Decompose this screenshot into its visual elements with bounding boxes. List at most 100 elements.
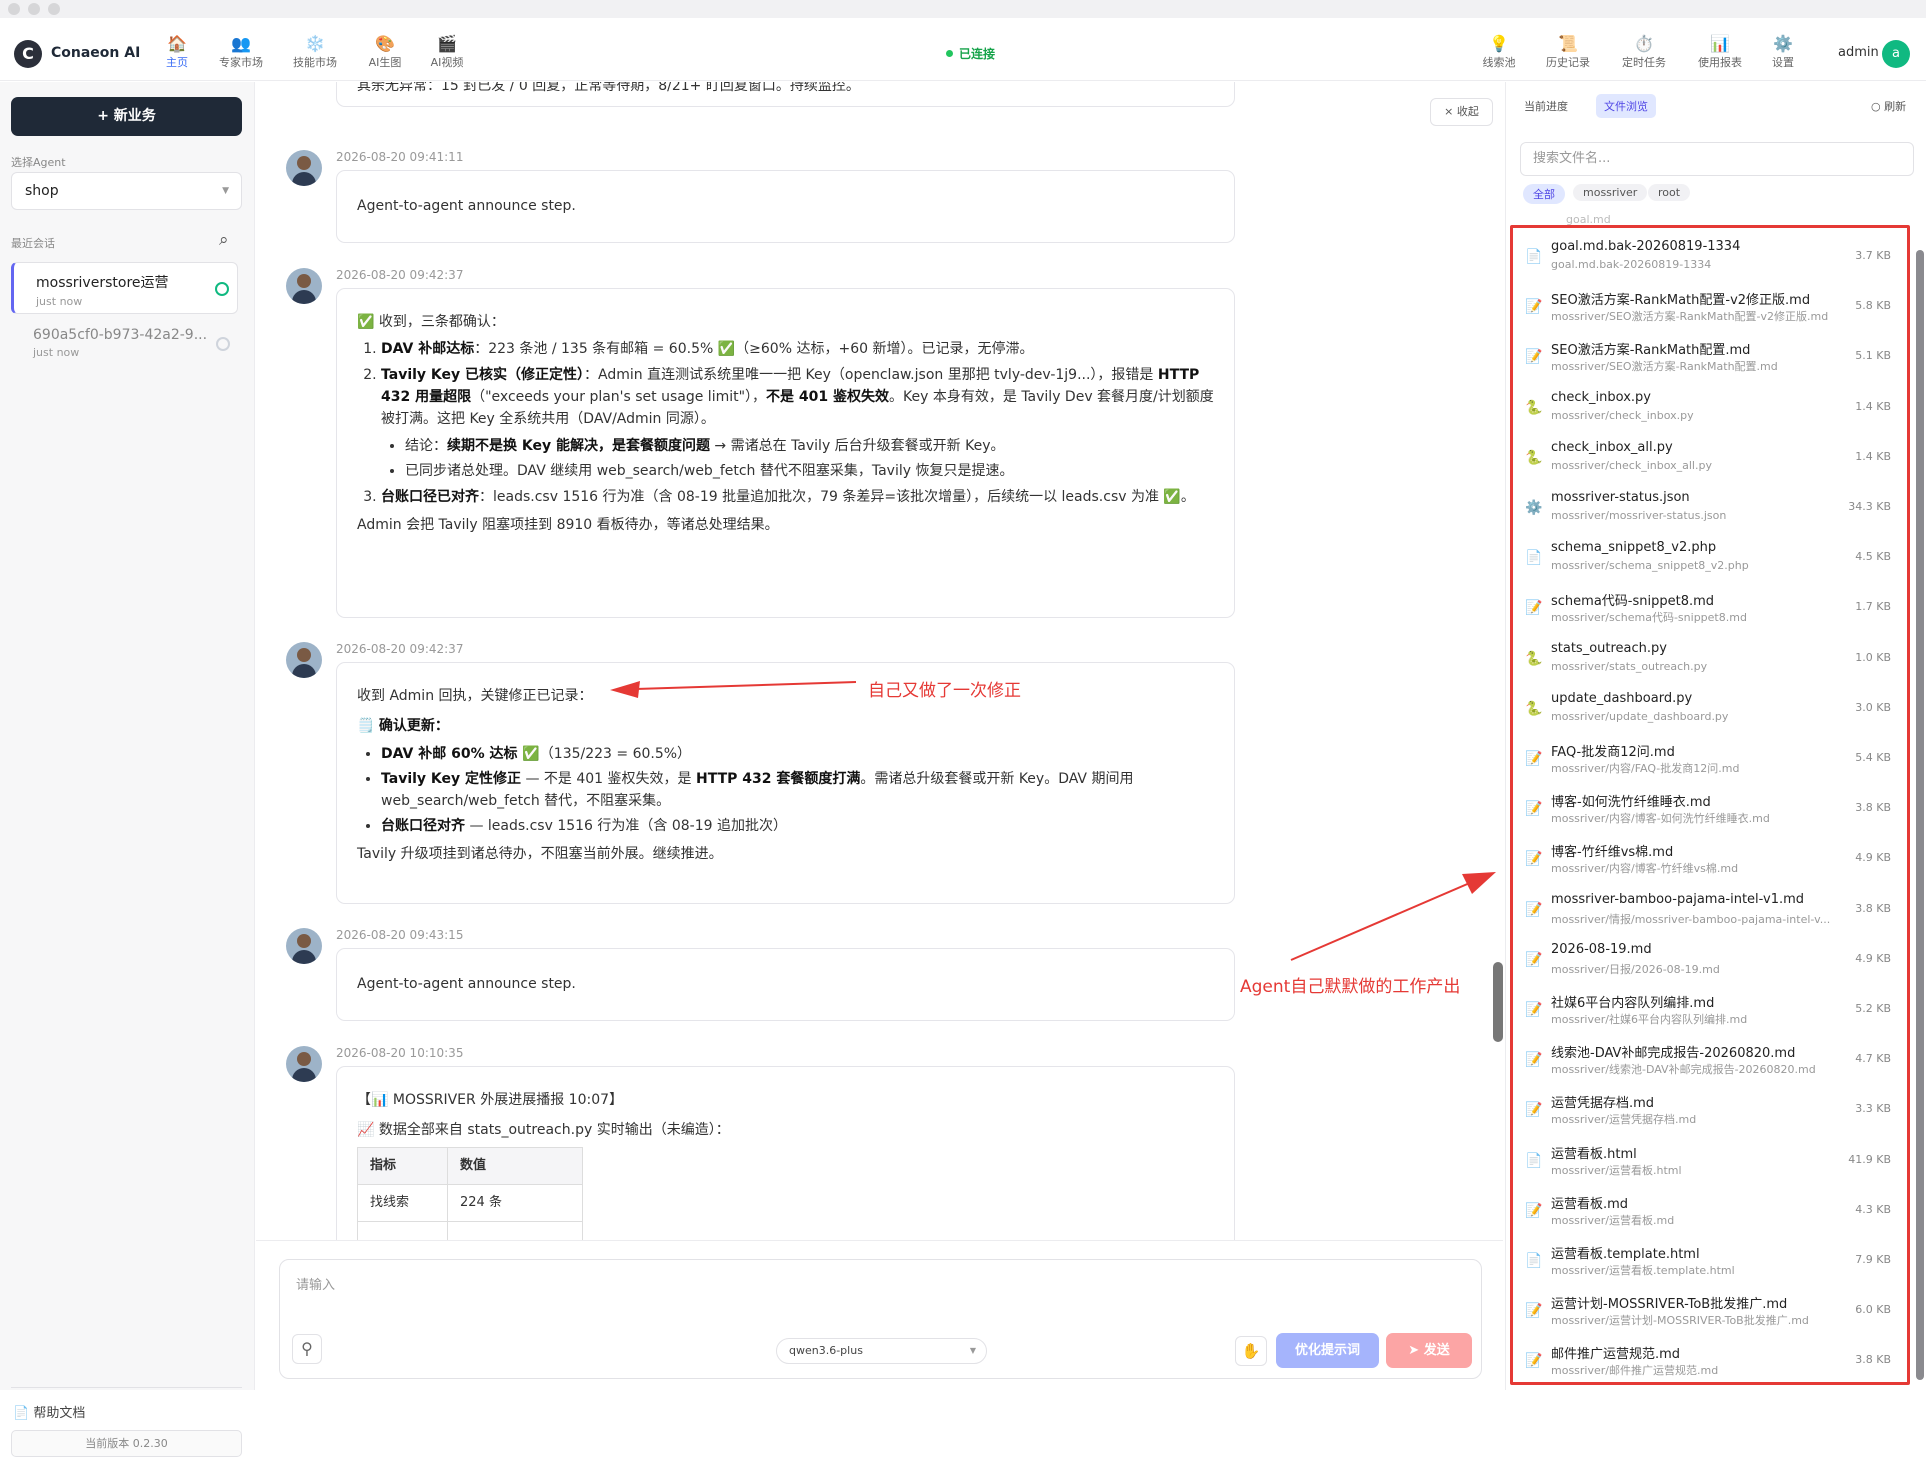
- window-close-button[interactable]: [8, 3, 20, 15]
- file-path: mossriver/schema代码-snippet8.md: [1551, 611, 1747, 625]
- file-path: mossriver/内容/博客-如何洗竹纤维睡衣.md: [1551, 812, 1770, 826]
- file-item[interactable]: 🐍 check_inbox.py mossriver/check_inbox.py 1…: [1513, 383, 1907, 433]
- message-timestamp: 2026-08-20 09:42:37: [336, 268, 464, 282]
- file-item[interactable]: 📝 SEO激活方案-RankMath配置.md mossriver/SEO激活方案-…: [1513, 332, 1907, 382]
- nav-scheduled-tasks[interactable]: ⏱️ 定时任务: [1616, 34, 1672, 70]
- send-button[interactable]: ➤ 发送: [1386, 1333, 1472, 1368]
- nav-settings[interactable]: ⚙️ 设置: [1768, 34, 1798, 70]
- optimize-prompt-button[interactable]: 优化提示词: [1276, 1333, 1379, 1368]
- file-name: 邮件推广运营规范.md: [1551, 1347, 1681, 1363]
- conversation-item[interactable]: 690a5cf0-b973-42a2-9... just now: [11, 318, 238, 370]
- new-business-button[interactable]: + 新业务: [11, 97, 242, 136]
- nav-skill-market[interactable]: ❄️ 技能市场: [287, 34, 343, 70]
- message-bubble: Agent-to-agent announce step.: [336, 948, 1235, 1021]
- tab-file-browse[interactable]: 文件浏览: [1596, 94, 1656, 118]
- filter-chip-mossriver[interactable]: mossriver: [1573, 184, 1648, 201]
- collapse-button[interactable]: × 收起: [1430, 98, 1493, 126]
- filter-chip-all[interactable]: 全部: [1523, 184, 1565, 204]
- paperclip-icon[interactable]: ⚲: [292, 1334, 322, 1364]
- file-item[interactable]: 📝 线索池-DAV补邮完成报告-20260820.md mossriver/线索池-…: [1513, 1035, 1907, 1085]
- file-item[interactable]: 🐍 check_inbox_all.py mossriver/check_inbox…: [1513, 433, 1907, 483]
- help-docs-link[interactable]: 📄 帮助文档: [13, 1402, 85, 1421]
- user-name[interactable]: admin: [1838, 45, 1879, 60]
- file-icon: 📝: [1525, 1202, 1543, 1219]
- file-item[interactable]: ⚙️ mossriver-status.json mossriver/mossriv…: [1513, 483, 1907, 533]
- status-circle-icon: [215, 282, 229, 296]
- annotation-text: Agent自己默默做的工作产出: [1240, 977, 1461, 997]
- nav-ai-image[interactable]: 🎨 AI生图: [364, 34, 406, 70]
- message-bubble: Agent-to-agent announce step.: [336, 170, 1235, 243]
- file-list-scrollbar[interactable]: [1916, 250, 1924, 1380]
- message-input[interactable]: 请输入 ⚲ qwen3.6-plus ▼ ✋ 优化提示词 ➤ 发送: [279, 1259, 1482, 1379]
- palette-icon: 🎨: [375, 34, 395, 53]
- file-icon: 📄: [1525, 1152, 1543, 1169]
- file-item[interactable]: 🐍 update_dashboard.py mossriver/update_das…: [1513, 684, 1907, 734]
- chat-scrollbar[interactable]: [1493, 962, 1503, 1042]
- hand-icon[interactable]: ✋: [1235, 1336, 1267, 1366]
- file-item[interactable]: 📝 schema代码-snippet8.md mossriver/schema代码-…: [1513, 583, 1907, 633]
- file-path: mossriver/内容/FAQ-批发商12问.md: [1551, 762, 1740, 775]
- filter-chip-root[interactable]: root: [1648, 184, 1691, 201]
- notepad-icon: 🗒️: [357, 718, 379, 734]
- file-name: 线索池-DAV补邮完成报告-20260820.md: [1551, 1046, 1796, 1062]
- nav-usage-report[interactable]: 📊 使用报表: [1692, 34, 1748, 70]
- file-name: 博客-如何洗竹纤维睡衣.md: [1551, 795, 1711, 811]
- file-size: 5.2 KB: [1855, 1002, 1891, 1015]
- file-item[interactable]: 📄 schema_snippet8_v2.php mossriver/schema_…: [1513, 533, 1907, 583]
- window-maximize-button[interactable]: [48, 3, 60, 15]
- file-item[interactable]: 📄 运营看板.html mossriver/运营看板.html 41.9 KB: [1513, 1136, 1907, 1186]
- doc-icon: 📄: [13, 1406, 34, 1421]
- refresh-button[interactable]: ○ 刷新: [1871, 98, 1906, 114]
- agent-select[interactable]: shop ▼: [11, 172, 242, 210]
- status-circle-icon: [216, 337, 230, 351]
- file-name: 博客-竹纤维vs棉.md: [1551, 845, 1674, 861]
- scroll-icon: 📜: [1558, 34, 1578, 53]
- recent-sessions-label: 最近会话: [11, 237, 55, 250]
- file-size: 3.8 KB: [1855, 901, 1891, 915]
- tab-progress[interactable]: 当前进度: [1516, 94, 1576, 118]
- file-icon: 📝: [1525, 801, 1543, 818]
- file-name: mossriver-status.json: [1551, 490, 1690, 505]
- file-icon: 📝: [1525, 851, 1543, 868]
- file-name: 运营看板.template.html: [1551, 1247, 1700, 1262]
- file-item[interactable]: 📝 社媒6平台内容队列编排.md mossriver/社媒6平台内容队列编排.md 5…: [1513, 985, 1907, 1035]
- file-item[interactable]: 📝 FAQ-批发商12问.md mossriver/内容/FAQ-批发商12问.md…: [1513, 734, 1907, 784]
- nav-expert-market[interactable]: 👥 专家市场: [213, 34, 269, 70]
- file-size: 7.9 KB: [1855, 1253, 1891, 1266]
- file-item[interactable]: 📄 goal.md.bak-20260819-1334 goal.md.bak-20…: [1513, 232, 1907, 282]
- file-item[interactable]: 📝 运营计划-MOSSRIVER-ToB批发推广.md mossriver/运营计划…: [1513, 1286, 1907, 1336]
- file-search-input[interactable]: 搜索文件名...: [1520, 142, 1914, 176]
- message-timestamp: 2026-08-20 09:41:11: [336, 150, 464, 164]
- file-name: FAQ-批发商12问.md: [1551, 745, 1675, 760]
- conversation-item[interactable]: mossriverstore运营 just now: [11, 262, 238, 314]
- file-size: 3.8 KB: [1855, 1353, 1891, 1367]
- file-item[interactable]: 📝 博客-竹纤维vs棉.md mossriver/内容/博客-竹纤维vs棉.md 4.…: [1513, 834, 1907, 884]
- user-avatar[interactable]: a: [1882, 40, 1910, 68]
- nav-lead-pool[interactable]: 💡 线索池: [1478, 34, 1520, 70]
- file-item[interactable]: 📝 博客-如何洗竹纤维睡衣.md mossriver/内容/博客-如何洗竹纤维睡衣.…: [1513, 784, 1907, 834]
- window-minimize-button[interactable]: [28, 3, 40, 15]
- annotation-text: 自己又做了一次修正: [868, 681, 1021, 701]
- file-item[interactable]: 🐍 stats_outreach.py mossriver/stats_outrea…: [1513, 634, 1907, 684]
- file-icon: 🐍: [1525, 449, 1543, 466]
- file-item[interactable]: 📝 2026-08-19.md mossriver/日报/2026-08-19.md…: [1513, 935, 1907, 985]
- nav-history[interactable]: 📜 历史记录: [1540, 34, 1596, 70]
- file-item[interactable]: 📝 邮件推广运营规范.md mossriver/邮件推广运营规范.md 3.8 KB: [1513, 1336, 1907, 1382]
- nav-home[interactable]: 🏠 主页: [160, 34, 194, 70]
- file-item[interactable]: 📝 运营凭据存档.md mossriver/运营凭据存档.md 3.3 KB: [1513, 1085, 1907, 1135]
- file-item[interactable]: 📝 SEO激活方案-RankMath配置-v2修正版.md mossriver/SE…: [1513, 282, 1907, 332]
- file-path: mossriver/update_dashboard.py: [1551, 709, 1729, 723]
- version-label: 当前版本 0.2.30: [11, 1430, 242, 1457]
- timer-icon: ⏱️: [1634, 34, 1654, 53]
- nav-ai-video[interactable]: 🎬 AI视频: [426, 34, 468, 70]
- file-item[interactable]: 📄 运营看板.template.html mossriver/运营看板.templa…: [1513, 1236, 1907, 1286]
- file-icon: 📝: [1525, 951, 1543, 968]
- file-item[interactable]: 📝 mossriver-bamboo-pajama-intel-v1.md moss…: [1513, 885, 1907, 935]
- file-list: 📄 goal.md.bak-20260819-1334 goal.md.bak-20…: [1510, 225, 1910, 1385]
- file-item[interactable]: 📝 运营看板.md mossriver/运营看板.md 4.3 KB: [1513, 1186, 1907, 1236]
- clapper-icon: 🎬: [437, 34, 457, 53]
- search-icon[interactable]: ⌕: [219, 230, 229, 250]
- window-titlebar: [0, 0, 1926, 18]
- model-select[interactable]: qwen3.6-plus ▼: [776, 1338, 987, 1364]
- file-path: mossriver/运营看板.template.html: [1551, 1264, 1735, 1277]
